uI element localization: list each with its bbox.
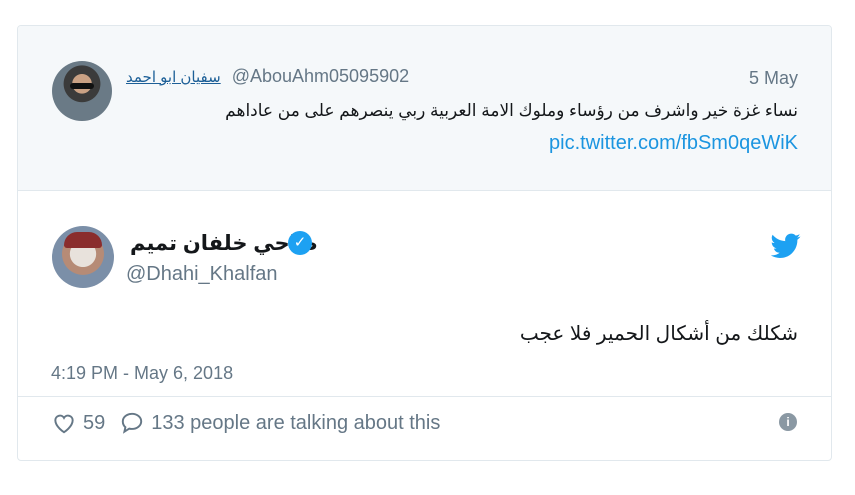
info-icon[interactable]: i [779,413,797,431]
heart-icon[interactable] [51,410,77,436]
author-handle[interactable]: @Dhahi_Khalfan [126,263,278,286]
verified-badge-icon: ✓ [288,231,312,255]
tweet-text: شكلك من أشكال الحمير فلا عجب [519,323,798,345]
author-avatar[interactable] [52,226,114,288]
quoted-author-avatar[interactable] [52,61,112,121]
sunglasses-shape [70,83,94,89]
quoted-tweet[interactable]: سفيان ابو احمد @AbouAhm05095902 5 May نس… [18,26,831,191]
divider [18,396,831,397]
speech-bubble-icon[interactable] [119,410,145,436]
quoted-header: سفيان ابو احمد @AbouAhm05095902 [126,66,409,87]
twitter-bird-icon[interactable] [771,233,801,259]
tweet-actions: 59 133 people are talking about this [51,409,454,437]
quoted-date[interactable]: 5 May [749,68,798,89]
talking-count[interactable]: 133 people are talking about this [151,412,440,435]
like-count[interactable]: 59 [83,412,105,435]
quoted-media-link[interactable]: pic.twitter.com/fbSm0qeWiK [549,132,798,155]
avatar-cap-shape [64,232,102,248]
quoted-handle[interactable]: @AbouAhm05095902 [232,66,409,86]
quoted-text: نساء غزة خير واشرف من رؤساء وملوك الامة … [225,101,798,120]
tweet-embed-card: سفيان ابو احمد @AbouAhm05095902 5 May نس… [17,25,832,461]
quoted-display-name[interactable]: سفيان ابو احمد [126,69,221,86]
tweet-timestamp[interactable]: 4:19 PM - May 6, 2018 [51,363,233,384]
